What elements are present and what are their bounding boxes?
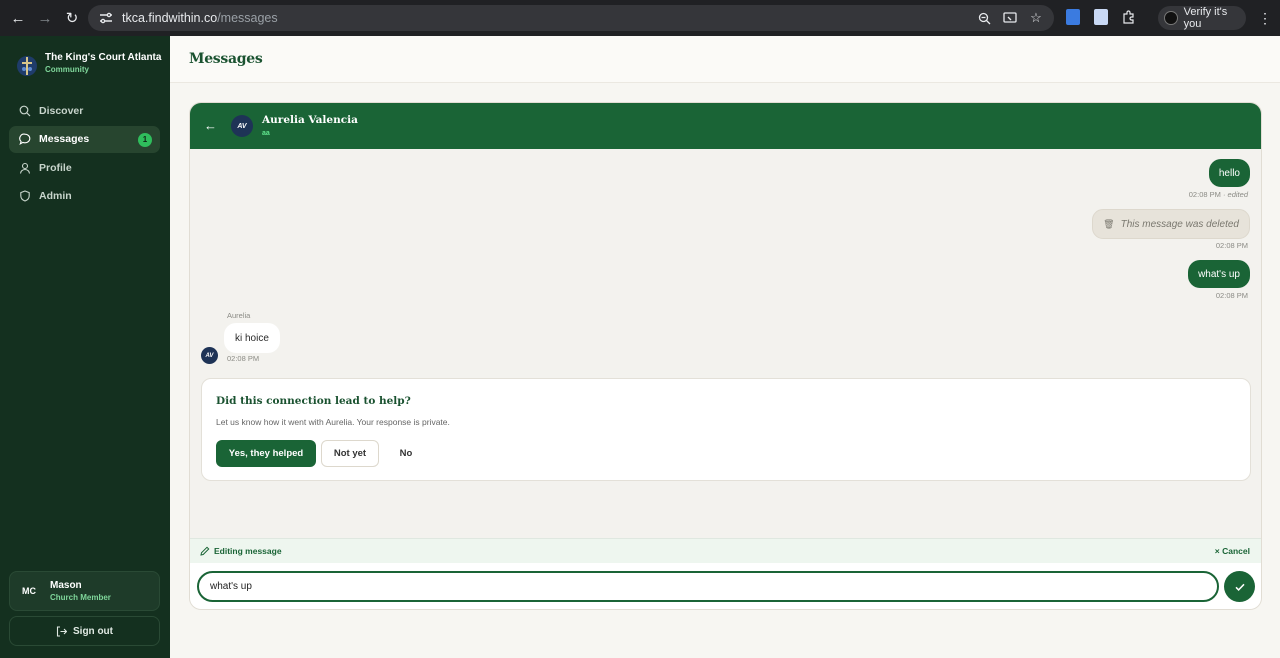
chat-bubble-icon: [19, 133, 31, 145]
zoom-icon[interactable]: [976, 9, 992, 27]
avatar: AV: [201, 347, 218, 364]
extension-doc-icon[interactable]: [1094, 9, 1108, 25]
profile-chip-label: Verify it's you: [1183, 6, 1228, 30]
sidebar-item-discover[interactable]: Discover: [9, 97, 160, 124]
feedback-card: Did this connection lead to help? Let us…: [201, 378, 1251, 481]
profile-chip[interactable]: Verify it's you: [1158, 6, 1246, 30]
message-input[interactable]: [197, 571, 1219, 602]
sign-out-label: Sign out: [73, 625, 113, 637]
message-bubble-outgoing[interactable]: hello: [1208, 159, 1250, 187]
sidebar-nav: Discover Messages 1 Profile Admin: [9, 97, 160, 211]
deleted-message-bubble: 🗑 This message was deleted: [1092, 209, 1250, 239]
editing-label-text: Editing message: [214, 546, 282, 556]
avatar: MC: [22, 586, 36, 596]
message-time: 02:08 PM: [1188, 190, 1221, 199]
page-title: Messages: [189, 51, 263, 67]
sidebar-item-messages[interactable]: Messages 1: [9, 125, 160, 153]
brand[interactable]: The King's Court Atlanta Community: [16, 52, 161, 78]
sign-out-icon: [56, 625, 67, 637]
sidebar: The King's Court Atlanta Community Disco…: [0, 36, 170, 658]
user-name: Mason: [50, 579, 82, 591]
message-bubble-incoming[interactable]: ki hoice: [224, 323, 280, 353]
chat-header: ← AV Aurelia Valencia aa: [190, 103, 1261, 149]
shield-icon: [19, 190, 31, 202]
user-icon: [19, 162, 31, 174]
current-user-card[interactable]: MC Mason Church Member: [9, 571, 160, 611]
site-settings-icon[interactable]: [98, 10, 114, 26]
feedback-title: Did this connection lead to help?: [216, 395, 411, 407]
contact-name[interactable]: Aurelia Valencia: [262, 114, 358, 126]
editing-banner: Editing message × Cancel: [190, 538, 1261, 563]
bookmark-star-icon[interactable]: ☆: [1028, 9, 1044, 27]
cancel-edit-button[interactable]: × Cancel: [1215, 546, 1250, 556]
edited-label: · edited: [1222, 190, 1248, 199]
url-path: /messages: [217, 11, 278, 25]
sidebar-item-label: Admin: [39, 190, 72, 202]
reload-icon[interactable]: ↻: [63, 9, 81, 27]
sidebar-item-profile[interactable]: Profile: [9, 154, 160, 181]
brand-subtitle: Community: [45, 65, 89, 74]
composer: [190, 563, 1261, 609]
sidebar-item-label: Profile: [39, 161, 72, 174]
url-text: tkca.findwithin.co/messages: [122, 11, 278, 25]
back-arrow-icon[interactable]: ←: [204, 118, 217, 133]
checkmark-icon: [1234, 583, 1245, 591]
message-bubble-outgoing[interactable]: what's up: [1188, 260, 1250, 288]
sidebar-item-label: Messages: [39, 133, 90, 145]
message-time: 02:08 PM: [1215, 241, 1248, 250]
brand-name: The King's Court Atlanta: [45, 52, 162, 63]
address-bar[interactable]: tkca.findwithin.co/messages ☆: [88, 5, 1054, 31]
message-sender: Aurelia: [227, 311, 251, 320]
page-header: Messages: [170, 36, 1280, 83]
message-time: 02:08 PM: [227, 354, 260, 363]
unread-count-badge: 1: [138, 132, 152, 147]
yes-helped-button[interactable]: Yes, they helped: [216, 440, 316, 467]
puzzle-extensions-icon[interactable]: [1121, 10, 1135, 24]
forward-arrow-icon[interactable]: →: [36, 9, 54, 27]
church-logo-icon: [17, 56, 37, 76]
avatar[interactable]: AV: [231, 115, 253, 137]
trash-icon: 🗑: [1103, 218, 1115, 229]
editing-label: Editing message: [200, 546, 282, 556]
message-text: ki hoice: [235, 332, 269, 344]
feedback-subtitle: Let us know how it went with Aurelia. Yo…: [216, 417, 450, 427]
user-role: Church Member: [50, 592, 111, 602]
message-time: 02:08 PM: [1215, 291, 1248, 300]
browser-menu-icon[interactable]: ⋮: [1258, 10, 1272, 26]
confirm-edit-button[interactable]: [1224, 571, 1255, 602]
search-icon: [19, 105, 31, 117]
browser-toolbar: ← → ↻ tkca.findwithin.co/messages ☆ Veri…: [0, 0, 1280, 36]
message-meta: 02:08 PM · edited: [1189, 190, 1248, 199]
message-text: hello: [1218, 167, 1240, 179]
sidebar-item-admin[interactable]: Admin: [9, 183, 160, 210]
sidebar-item-label: Discover: [39, 104, 84, 117]
not-yet-button[interactable]: Not yet: [321, 440, 379, 467]
pencil-icon: [200, 546, 210, 556]
message-text: what's up: [1198, 268, 1240, 280]
url-host: tkca.findwithin.co: [122, 11, 218, 25]
sign-out-button[interactable]: Sign out: [9, 616, 160, 646]
extension-icon[interactable]: [1066, 9, 1080, 25]
message-meta: 02:08 PM: [1216, 241, 1248, 250]
cast-icon[interactable]: [1002, 9, 1018, 27]
message-text: This message was deleted: [1120, 218, 1239, 230]
no-button[interactable]: No: [384, 440, 428, 467]
message-meta: 02:08 PM: [1216, 291, 1248, 300]
chat-panel: ← AV Aurelia Valencia aa hello 02:08 PM …: [189, 102, 1262, 610]
back-arrow-icon[interactable]: ←: [9, 9, 27, 27]
profile-avatar: [1164, 11, 1178, 25]
contact-status: aa: [262, 130, 270, 137]
